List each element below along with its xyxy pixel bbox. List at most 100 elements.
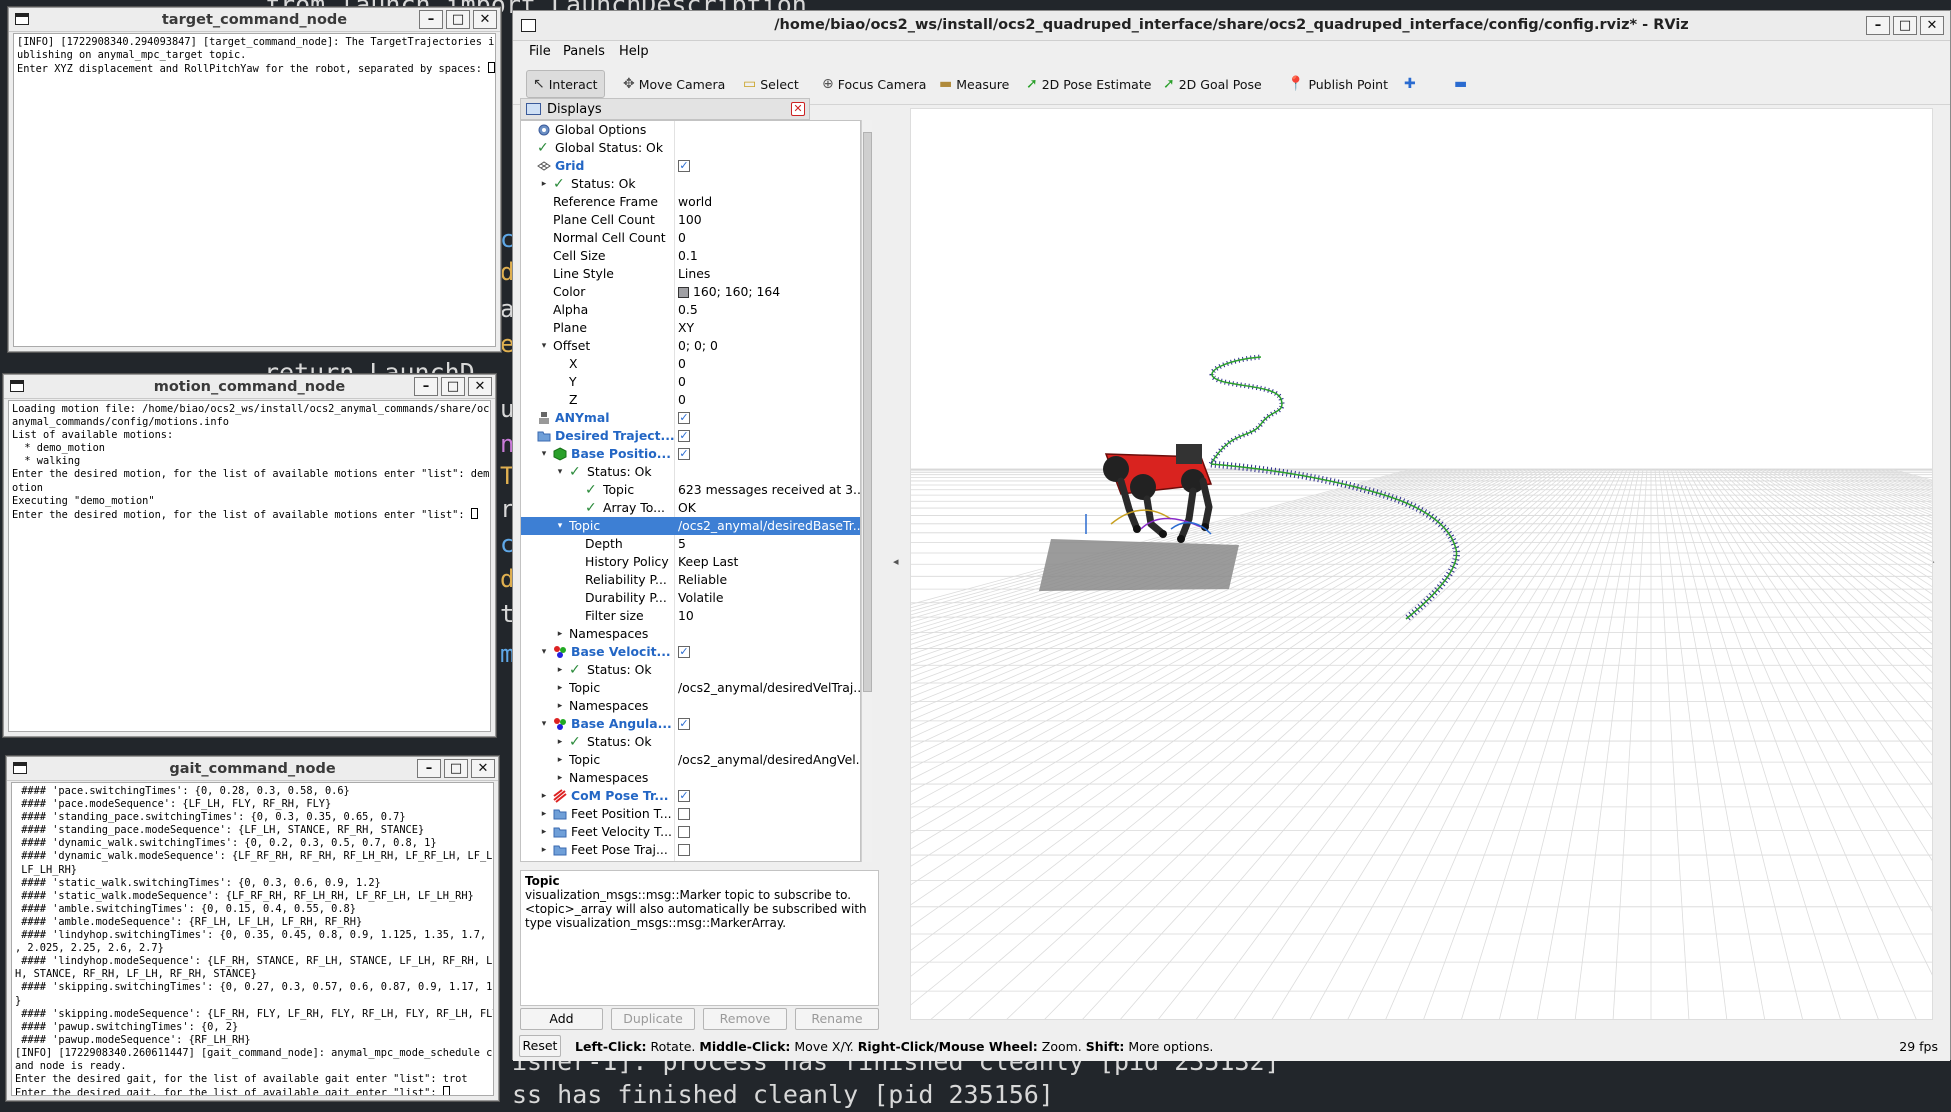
expand-down-arrow-icon[interactable]: ▾ — [555, 463, 565, 481]
rviz-titlebar[interactable]: /home/biao/ocs2_ws/install/ocs2_quadrupe… — [513, 11, 1950, 41]
tree-row[interactable]: Color 160; 160; 164 — [521, 283, 860, 301]
maximize-button[interactable]: □ — [446, 10, 470, 29]
move-camera-tool-button[interactable]: ✥ Move Camera — [617, 70, 731, 98]
menu-panels[interactable]: Panels — [563, 44, 605, 59]
measure-tool-button[interactable]: ▬ Measure — [933, 70, 1015, 98]
select-tool-button[interactable]: ▭ Select — [737, 70, 805, 98]
tree-row[interactable]: Y0 — [521, 373, 860, 391]
expand-right-arrow-icon[interactable]: ▸ — [539, 805, 549, 823]
property-value[interactable]: XY — [678, 319, 860, 337]
property-value[interactable]: 623 messages received at 3... — [678, 481, 860, 499]
minimize-button[interactable]: – — [1866, 16, 1890, 35]
expand-right-arrow-icon[interactable]: ▸ — [555, 697, 565, 715]
property-value[interactable]: Keep Last — [678, 553, 860, 571]
expand-down-arrow-icon[interactable]: ▾ — [539, 715, 549, 733]
minimize-button[interactable]: – — [417, 759, 441, 778]
tree-row[interactable]: Reference Frame world — [521, 193, 860, 211]
minimize-button[interactable]: – — [414, 377, 438, 396]
tree-row[interactable]: X0 — [521, 355, 860, 373]
terminal-titlebar[interactable]: motion_command_node – □ ✕ — [4, 375, 495, 399]
tree-row[interactable]: ✓ Global Status: Ok — [521, 139, 860, 157]
add-tool-tool-button[interactable]: ✚ — [1398, 70, 1422, 98]
expand-right-arrow-icon[interactable]: ▸ — [555, 625, 565, 643]
tree-row[interactable]: Grid ✓ — [521, 157, 860, 175]
tree-row[interactable]: ▸ ✓ Status: Ok — [521, 733, 860, 751]
tree-row[interactable]: Reliability P... Reliable — [521, 571, 860, 589]
2d-pose-estimate-tool-button[interactable]: ➚ 2D Pose Estimate — [1020, 70, 1157, 98]
3d-scene[interactable] — [911, 109, 1933, 1020]
expand-right-arrow-icon[interactable]: ▸ — [555, 733, 565, 751]
tree-row[interactable]: Global Options — [521, 121, 860, 139]
property-value[interactable]: 0.1 — [678, 247, 860, 265]
target-command-terminal[interactable]: target_command_node – □ ✕ [INFO] [172290… — [8, 7, 501, 352]
interact-tool-button[interactable]: ↖ Interact — [526, 70, 605, 98]
property-value[interactable]: 5 — [678, 535, 860, 553]
tree-row[interactable]: ▸ Topic/ocs2_anymal/desiredAngVel... — [521, 751, 860, 769]
expand-right-arrow-icon[interactable]: ▸ — [555, 769, 565, 787]
tree-row[interactable]: Normal Cell Count 0 — [521, 229, 860, 247]
terminal-output[interactable]: #### 'pace.switchingTimes': {0, 0.28, 0.… — [11, 782, 494, 1096]
property-value[interactable]: world — [678, 193, 860, 211]
tree-row[interactable]: Alpha 0.5 — [521, 301, 860, 319]
tree-row[interactable]: ▸ Namespaces — [521, 769, 860, 787]
enable-checkbox[interactable]: ✓ — [678, 448, 690, 460]
expand-right-arrow-icon[interactable]: ▸ — [555, 679, 565, 697]
tree-row[interactable]: ▸ Feet Position T... — [521, 805, 860, 823]
close-button[interactable]: ✕ — [1920, 16, 1944, 35]
tree-row[interactable]: ▾ Base Positio... ✓ — [521, 445, 860, 463]
tree-row[interactable]: Plane Cell Count 100 — [521, 211, 860, 229]
displays-tree[interactable]: Global Options ✓ Global Status: Ok Grid ✓ ▸ ✓ S… — [520, 120, 861, 862]
property-value[interactable]: 0; 0; 0 — [678, 337, 860, 355]
enable-checkbox[interactable]: ✓ — [678, 718, 690, 730]
focus-camera-tool-button[interactable]: ⊕ Focus Camera — [816, 70, 932, 98]
property-value[interactable]: 0 — [678, 229, 860, 247]
expand-down-arrow-icon[interactable]: ▾ — [539, 643, 549, 661]
enable-checkbox[interactable]: ✓ — [678, 790, 690, 802]
enable-checkbox[interactable]: ✓ — [678, 430, 690, 442]
remove-display-button[interactable]: Remove — [703, 1008, 787, 1030]
expand-right-arrow-icon[interactable]: ▸ — [539, 175, 549, 193]
enable-checkbox[interactable]: ✓ — [678, 646, 690, 658]
maximize-button[interactable]: □ — [441, 377, 465, 396]
tree-row[interactable]: Durability P... Volatile — [521, 589, 860, 607]
tree-row[interactable]: Desired Traject... ✓ — [521, 427, 860, 445]
tree-row[interactable]: Filter size 10 — [521, 607, 860, 625]
expand-right-arrow-icon[interactable]: ▸ — [539, 841, 549, 859]
property-value[interactable]: Lines — [678, 265, 860, 283]
terminal-output[interactable]: Loading motion file: /home/biao/ocs2_ws/… — [8, 400, 491, 732]
expand-down-arrow-icon[interactable]: ▾ — [539, 445, 549, 463]
enable-checkbox[interactable]: ✓ — [678, 412, 690, 424]
enable-checkbox[interactable] — [678, 808, 690, 820]
tree-vertical-scrollbar[interactable] — [861, 120, 872, 862]
maximize-button[interactable]: □ — [444, 759, 468, 778]
scrollbar-thumb[interactable] — [863, 132, 872, 692]
tree-row[interactable]: ANYmal ✓ — [521, 409, 860, 427]
expand-down-arrow-icon[interactable]: ▾ — [555, 517, 565, 535]
tree-row[interactable]: ▸ Namespaces — [521, 697, 860, 715]
close-button[interactable]: ✕ — [473, 10, 497, 29]
tree-row[interactable]: ▾ Base Angula... ✓ — [521, 715, 860, 733]
terminal-titlebar[interactable]: target_command_node – □ ✕ — [9, 8, 500, 32]
tree-row[interactable]: Plane XY — [521, 319, 860, 337]
enable-checkbox[interactable]: ✓ — [678, 160, 690, 172]
motion-command-terminal[interactable]: motion_command_node – □ ✕ Loading motion… — [3, 374, 496, 737]
gait-command-terminal[interactable]: gait_command_node – □ ✕ #### 'pace.switc… — [6, 756, 499, 1101]
menu-help[interactable]: Help — [619, 44, 649, 59]
property-value[interactable]: 0 — [678, 391, 860, 409]
tree-row[interactable]: Cell Size 0.1 — [521, 247, 860, 265]
tree-row[interactable]: ▸ ✓ Status: Ok — [521, 661, 860, 679]
property-value[interactable]: 10 — [678, 607, 860, 625]
tree-row[interactable]: Depth 5 — [521, 535, 860, 553]
tree-row[interactable]: ▸ CoM Pose Tr... ✓ — [521, 787, 860, 805]
tree-row[interactable]: ▸ Topic/ocs2_anymal/desiredVelTraj... — [521, 679, 860, 697]
menu-file[interactable]: File — [529, 44, 551, 59]
tree-row[interactable]: Z0 — [521, 391, 860, 409]
expand-right-arrow-icon[interactable]: ▸ — [555, 661, 565, 679]
expand-right-arrow-icon[interactable]: ▸ — [555, 751, 565, 769]
property-value[interactable]: 0 — [678, 355, 860, 373]
enable-checkbox[interactable] — [678, 826, 690, 838]
minimize-button[interactable]: – — [419, 10, 443, 29]
tree-row[interactable]: ▸ Namespaces — [521, 625, 860, 643]
property-value[interactable]: Volatile — [678, 589, 860, 607]
tree-row[interactable]: ✓ Topic 623 messages received at 3... — [521, 481, 860, 499]
